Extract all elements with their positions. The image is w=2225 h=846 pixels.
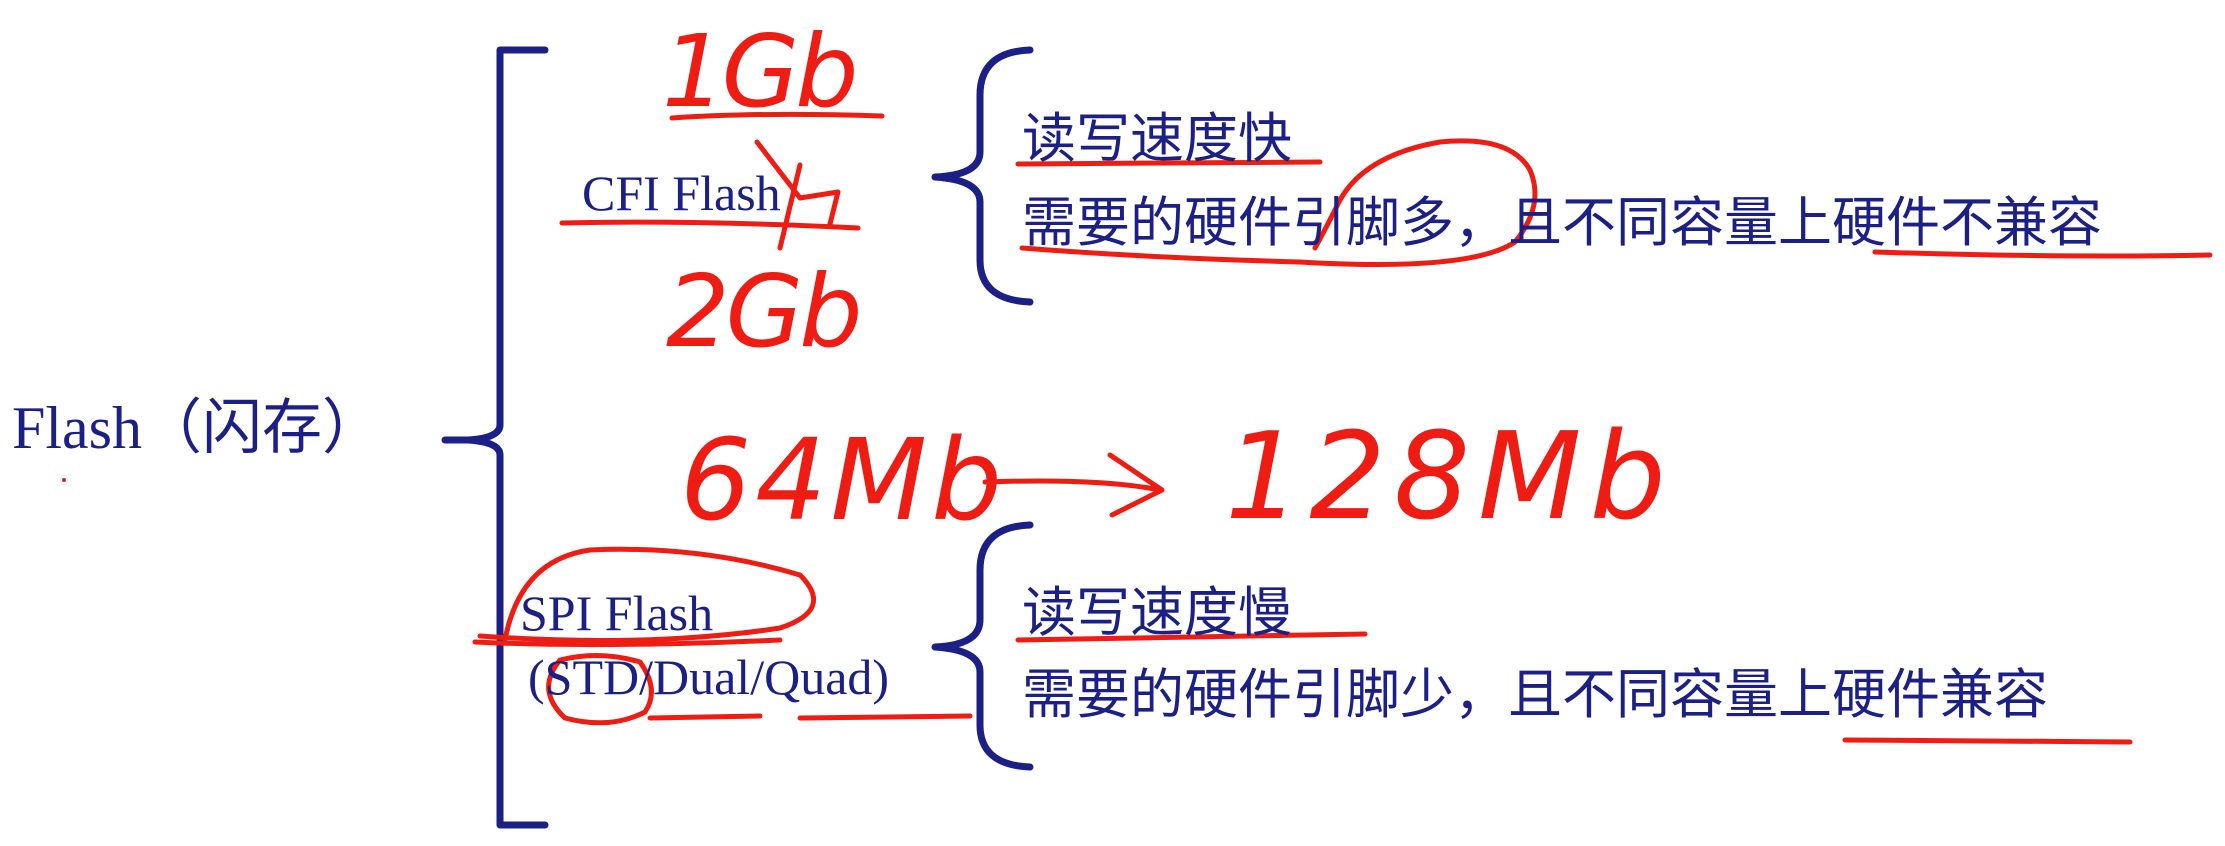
cfi-brace bbox=[931, 46, 1034, 306]
underline-spi-quad bbox=[797, 713, 973, 721]
branch-spi-flash: SPI Flash bbox=[520, 585, 714, 641]
root-label: Flash bbox=[12, 395, 143, 461]
root-label-cn: （闪存） bbox=[142, 393, 383, 463]
handwritten-1gb: 1Gb bbox=[662, 13, 859, 130]
branch-cfi-flash: CFI Flash bbox=[582, 165, 781, 221]
main-bracket bbox=[441, 46, 549, 829]
spi-property-pins: 需要的硬件引脚少，且不同容量上硬件兼容 bbox=[1022, 663, 2048, 726]
cfi-property-speed: 读写速度快 bbox=[1022, 107, 1292, 170]
handwritten-128mb: 128Mb bbox=[1225, 408, 1674, 547]
spi-property-speed: 读写速度慢 bbox=[1022, 581, 1292, 644]
root-node-flash: Flash（闪存） bbox=[12, 398, 382, 458]
spi-modes: (STD/Dual/Quad) bbox=[528, 649, 890, 705]
cfi-property-pins: 需要的硬件引脚多，且不同容量上硬件不兼容 bbox=[1022, 191, 2102, 254]
handwritten-2gb: 2Gb bbox=[666, 253, 863, 370]
arrow-64-to-128 bbox=[982, 452, 1165, 518]
underline-spi-compat bbox=[1842, 737, 2133, 745]
ink-dot bbox=[62, 478, 66, 482]
fraction-line-cfi bbox=[559, 219, 861, 231]
handwritten-64mb: 64Mb bbox=[680, 416, 1007, 546]
underline-spi-dual bbox=[647, 713, 763, 721]
spi-brace bbox=[931, 521, 1034, 771]
